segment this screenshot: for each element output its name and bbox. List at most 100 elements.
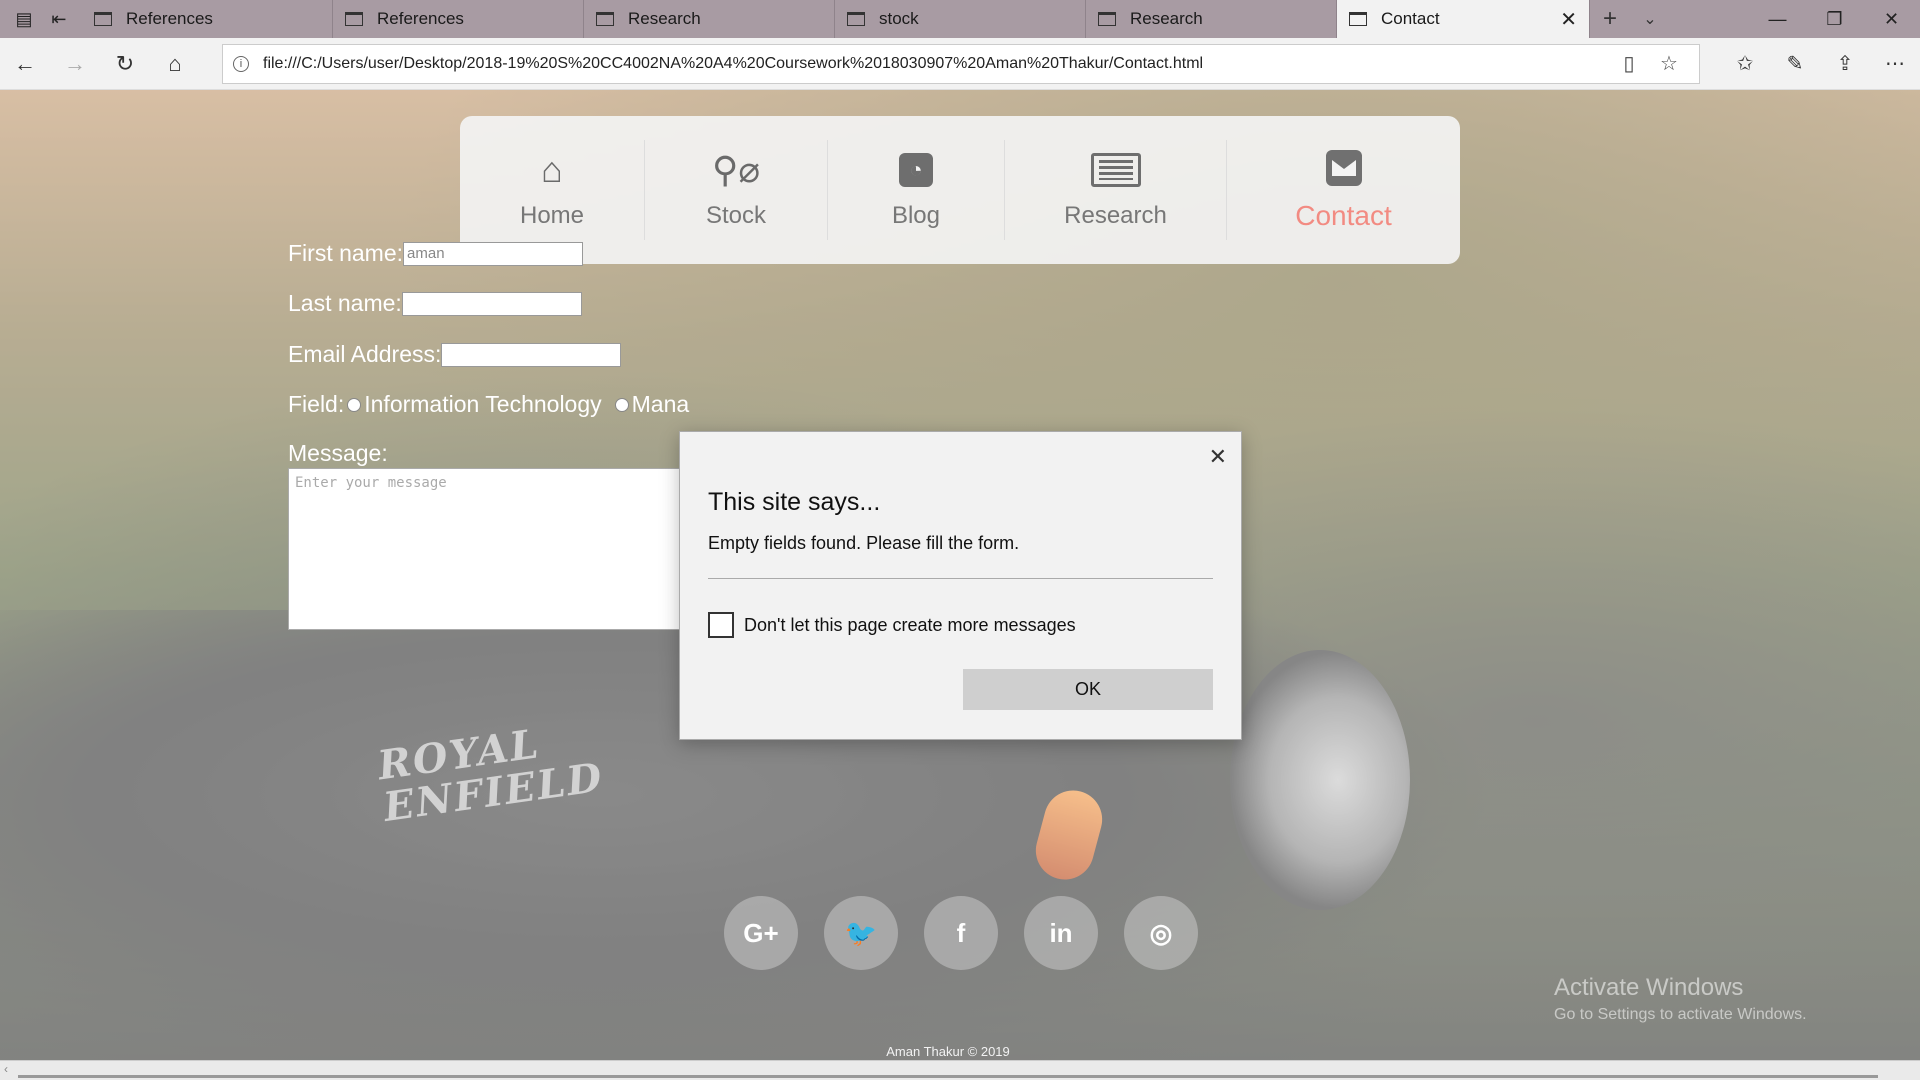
nav-label: Research bbox=[1064, 202, 1167, 229]
last-name-row: Last name: bbox=[288, 290, 582, 317]
tab-research-2[interactable]: Research bbox=[1086, 0, 1337, 38]
twitter-icon[interactable]: 🐦 bbox=[824, 896, 898, 970]
home-browser-icon[interactable]: ⌂ bbox=[150, 38, 200, 90]
footer-text: Aman Thakur © 2019 bbox=[886, 1044, 1010, 1059]
page-icon bbox=[596, 12, 614, 26]
field-row: Field: Information Technology Mana bbox=[288, 391, 689, 418]
nav-home[interactable]: ⌂ Home bbox=[460, 140, 645, 240]
linkedin-icon[interactable]: in bbox=[1024, 896, 1098, 970]
tab-label: Research bbox=[628, 9, 701, 28]
first-name-row: First name: aman bbox=[288, 240, 584, 267]
nav-blog[interactable]: ◔ Blog bbox=[828, 140, 1005, 240]
tabs-aside-icon[interactable]: ▤ bbox=[15, 9, 32, 30]
message-textarea[interactable]: Enter your message bbox=[288, 468, 708, 630]
tab-label: Contact bbox=[1381, 9, 1440, 28]
alert-dialog: ✕ This site says... Empty fields found. … bbox=[679, 431, 1242, 740]
instagram-icon[interactable]: ◎ bbox=[1124, 896, 1198, 970]
page-icon bbox=[1349, 12, 1367, 26]
forward-arrow-icon[interactable]: → bbox=[50, 38, 100, 90]
motorcycle-icon: ⚲⌀ bbox=[711, 149, 761, 190]
google-plus-icon[interactable]: G+ bbox=[724, 896, 798, 970]
newspaper-icon bbox=[1090, 150, 1141, 190]
first-name-field[interactable]: aman bbox=[403, 241, 584, 266]
horizontal-scrollbar[interactable]: ‹ bbox=[0, 1060, 1920, 1080]
nav-contact[interactable]: Contact bbox=[1227, 140, 1460, 240]
window-close-icon[interactable]: ✕ bbox=[1863, 0, 1920, 38]
favorite-star-icon[interactable]: ☆ bbox=[1649, 51, 1689, 76]
dialog-divider bbox=[708, 578, 1213, 579]
activation-watermark: Activate Windows Go to Settings to activ… bbox=[1554, 974, 1807, 1024]
close-tab-icon[interactable]: ✕ bbox=[1560, 7, 1577, 32]
rss-icon: ◔ bbox=[899, 150, 933, 190]
page-icon bbox=[345, 12, 363, 26]
back-arrow-icon[interactable]: ← bbox=[0, 38, 50, 90]
url-text[interactable]: file:///C:/Users/user/Desktop/2018-19%20… bbox=[263, 55, 1609, 73]
reading-view-icon[interactable]: ▯ bbox=[1609, 51, 1649, 76]
facebook-icon[interactable]: f bbox=[924, 896, 998, 970]
last-name-field[interactable] bbox=[401, 291, 582, 316]
tab-stock[interactable]: stock bbox=[835, 0, 1086, 38]
field-label: Field: bbox=[288, 391, 345, 417]
nav-label: Blog bbox=[891, 202, 941, 229]
suppress-messages-label: Don't let this page create more messages bbox=[744, 614, 1076, 635]
field-radio-it[interactable] bbox=[347, 397, 362, 412]
share-icon[interactable]: ⇪ bbox=[1820, 51, 1870, 76]
field-radio-management[interactable] bbox=[614, 397, 629, 412]
tab-references-2[interactable]: References bbox=[333, 0, 584, 38]
email-row: Email Address: bbox=[288, 341, 622, 368]
nav-label: Home bbox=[519, 202, 585, 229]
site-navigation: ⌂ Home ⚲⌀ Stock ◔ Blog Research Contact bbox=[460, 116, 1460, 264]
tab-research-1[interactable]: Research bbox=[584, 0, 835, 38]
tab-references-1[interactable]: References bbox=[82, 0, 333, 38]
nav-label: Contact bbox=[1295, 200, 1392, 231]
envelope-icon bbox=[1325, 148, 1362, 188]
window-controls: — ❐ ✕ bbox=[1749, 0, 1920, 38]
new-tab-button[interactable]: + bbox=[1590, 0, 1630, 38]
info-icon[interactable]: i bbox=[233, 55, 249, 72]
tab-actions: ▤ ⇤ bbox=[0, 0, 82, 38]
watermark-subtitle: Go to Settings to activate Windows. bbox=[1554, 1006, 1807, 1023]
last-name-label: Last name: bbox=[288, 290, 402, 316]
first-name-label: First name: bbox=[288, 240, 404, 266]
pen-icon[interactable]: ✎ bbox=[1770, 51, 1820, 76]
minimize-icon[interactable]: — bbox=[1749, 0, 1806, 38]
field-option-management: Mana bbox=[631, 391, 690, 417]
home-icon: ⌂ bbox=[541, 149, 563, 190]
message-label: Message: bbox=[288, 440, 388, 466]
page-icon bbox=[1098, 12, 1116, 26]
tab-contact[interactable]: Contact ✕ bbox=[1337, 0, 1590, 38]
dialog-close-icon[interactable]: ✕ bbox=[1209, 444, 1227, 470]
ok-button[interactable]: OK bbox=[963, 669, 1213, 710]
dialog-message: Empty fields found. Please fill the form… bbox=[708, 533, 1020, 553]
email-field[interactable] bbox=[441, 342, 622, 367]
tab-label: stock bbox=[879, 9, 919, 28]
scroll-left-icon[interactable]: ‹ bbox=[4, 1062, 8, 1076]
tab-label: Research bbox=[1130, 9, 1203, 28]
tab-bar: ▤ ⇤ References References Research stock… bbox=[0, 0, 1920, 38]
url-field[interactable]: i file:///C:/Users/user/Desktop/2018-19%… bbox=[222, 43, 1700, 84]
tab-list-chevron-icon[interactable]: ⌄ bbox=[1630, 0, 1670, 38]
suppress-messages-checkbox[interactable] bbox=[708, 612, 734, 638]
more-icon[interactable]: ⋯ bbox=[1870, 51, 1920, 76]
nav-research[interactable]: Research bbox=[1005, 140, 1227, 240]
favorites-list-icon[interactable]: ✩ bbox=[1720, 51, 1770, 76]
refresh-icon[interactable]: ↻ bbox=[100, 38, 150, 90]
nav-stock[interactable]: ⚲⌀ Stock bbox=[645, 140, 828, 240]
nav-label: Stock bbox=[705, 202, 767, 229]
message-row: Message: bbox=[288, 440, 388, 467]
watermark-title: Activate Windows bbox=[1554, 974, 1744, 1001]
field-option-it: Information Technology bbox=[364, 391, 602, 417]
email-label: Email Address: bbox=[288, 341, 442, 367]
address-bar: ← → ↻ ⌂ i file:///C:/Users/user/Desktop/… bbox=[0, 38, 1920, 90]
page-icon bbox=[847, 12, 865, 26]
scrollbar-thumb[interactable] bbox=[18, 1075, 1878, 1078]
dialog-title: This site says... bbox=[708, 488, 881, 516]
restore-icon[interactable]: ❐ bbox=[1806, 0, 1863, 38]
suppress-messages-row[interactable]: Don't let this page create more messages bbox=[708, 612, 1076, 638]
page-icon bbox=[94, 12, 112, 26]
social-links: G+ 🐦 f in ◎ bbox=[724, 896, 1198, 970]
tab-label: References bbox=[126, 9, 213, 28]
tab-label: References bbox=[377, 9, 464, 28]
toolbar: ✩ ✎ ⇪ ⋯ bbox=[1720, 51, 1920, 76]
set-aside-tabs-icon[interactable]: ⇤ bbox=[51, 9, 66, 30]
